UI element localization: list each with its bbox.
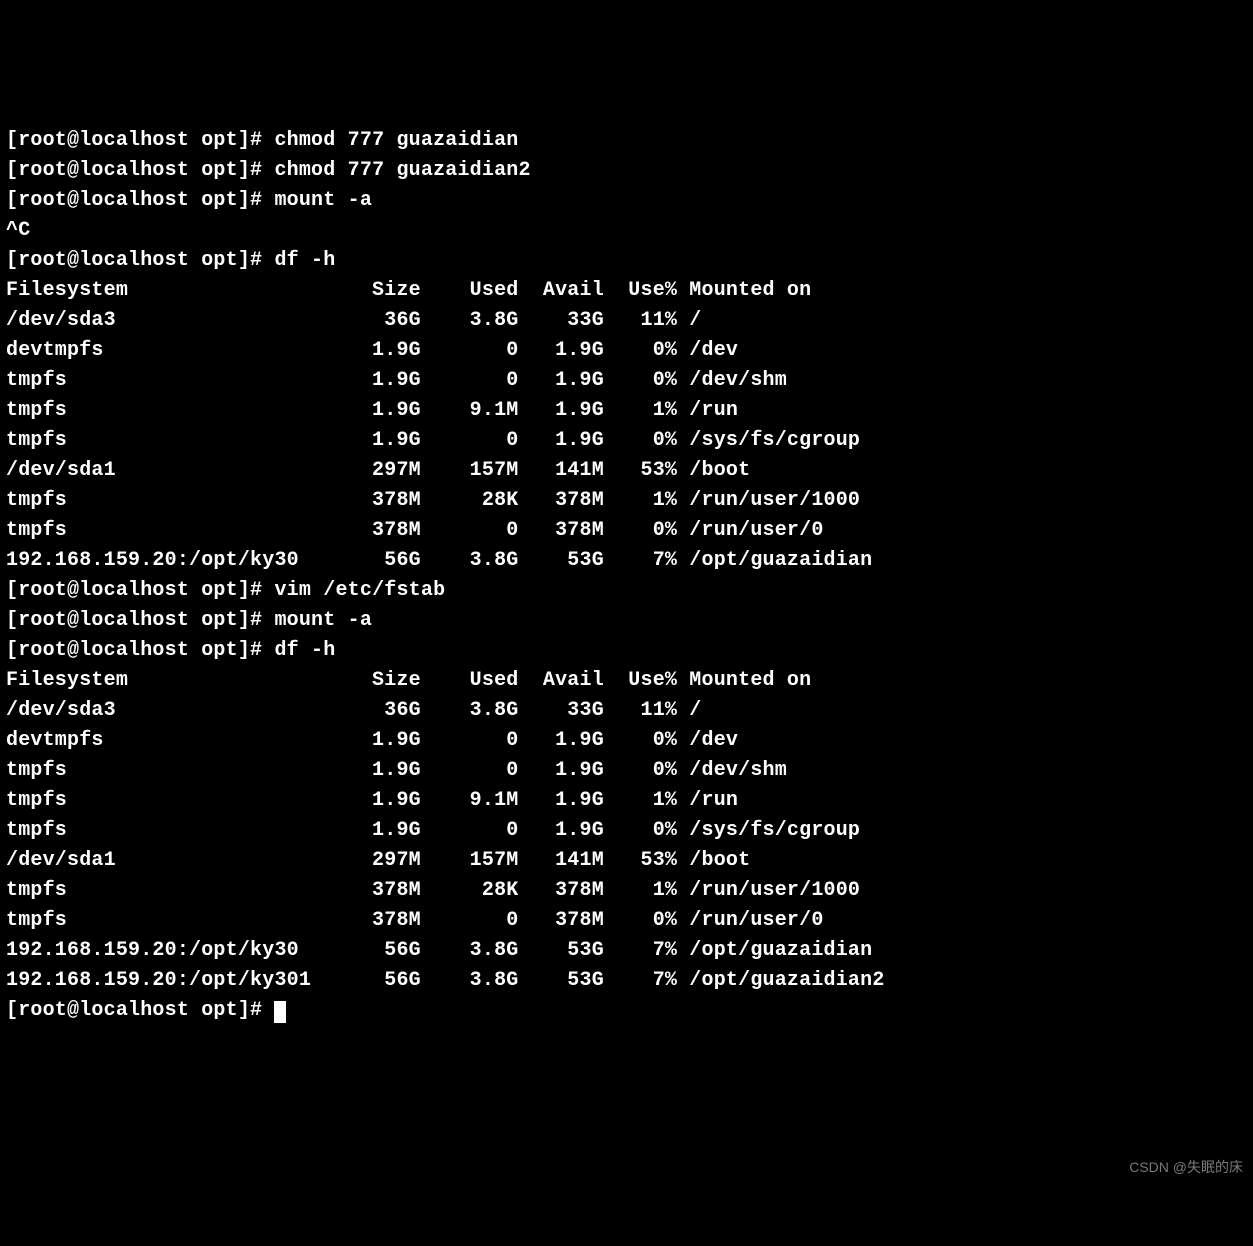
shell-prompt: [root@localhost opt]# [6, 609, 274, 632]
df-row: tmpfs 1.9G 0 1.9G 0% /dev/shm [6, 366, 1247, 396]
df-row: /dev/sda3 36G 3.8G 33G 11% / [6, 696, 1247, 726]
command-line: [root@localhost opt]# chmod 777 guazaidi… [6, 156, 1247, 186]
command-line: [root@localhost opt]# mount -a [6, 606, 1247, 636]
shell-prompt: [root@localhost opt]# [6, 129, 274, 152]
command-line: [root@localhost opt]# chmod 777 guazaidi… [6, 126, 1247, 156]
df-row: tmpfs 1.9G 0 1.9G 0% /dev/shm [6, 756, 1247, 786]
df-row: tmpfs 378M 0 378M 0% /run/user/0 [6, 516, 1247, 546]
shell-prompt: [root@localhost opt]# [6, 639, 274, 662]
shell-command: df -h [274, 249, 335, 272]
df-row: tmpfs 1.9G 0 1.9G 0% /sys/fs/cgroup [6, 816, 1247, 846]
df-row: /dev/sda1 297M 157M 141M 53% /boot [6, 846, 1247, 876]
shell-prompt: [root@localhost opt]# [6, 999, 274, 1022]
command-line: [root@localhost opt]# vim /etc/fstab [6, 576, 1247, 606]
shell-command: df -h [274, 639, 335, 662]
shell-prompt: [root@localhost opt]# [6, 249, 274, 272]
command-line: [root@localhost opt]# [6, 996, 1247, 1026]
command-line: [root@localhost opt]# mount -a [6, 186, 1247, 216]
df-header: Filesystem Size Used Avail Use% Mounted … [6, 276, 1247, 306]
command-line: [root@localhost opt]# df -h [6, 246, 1247, 276]
df-header: Filesystem Size Used Avail Use% Mounted … [6, 666, 1247, 696]
df-row: tmpfs 378M 28K 378M 1% /run/user/1000 [6, 876, 1247, 906]
terminal-output[interactable]: [root@localhost opt]# chmod 777 guazaidi… [6, 126, 1247, 1026]
shell-prompt: [root@localhost opt]# [6, 159, 274, 182]
df-row: tmpfs 1.9G 9.1M 1.9G 1% /run [6, 396, 1247, 426]
shell-command: mount -a [274, 189, 372, 212]
shell-command: chmod 777 guazaidian2 [274, 159, 530, 182]
df-row: tmpfs 378M 28K 378M 1% /run/user/1000 [6, 486, 1247, 516]
df-row: devtmpfs 1.9G 0 1.9G 0% /dev [6, 726, 1247, 756]
df-row: tmpfs 378M 0 378M 0% /run/user/0 [6, 906, 1247, 936]
shell-command: mount -a [274, 609, 372, 632]
watermark-text: CSDN @失眠的床 [1129, 1157, 1243, 1178]
shell-prompt: [root@localhost opt]# [6, 579, 274, 602]
df-row: 192.168.159.20:/opt/ky301 56G 3.8G 53G 7… [6, 966, 1247, 996]
command-line: [root@localhost opt]# df -h [6, 636, 1247, 666]
df-row: /dev/sda3 36G 3.8G 33G 11% / [6, 306, 1247, 336]
interrupt-line: ^C [6, 216, 1247, 246]
df-row: tmpfs 1.9G 9.1M 1.9G 1% /run [6, 786, 1247, 816]
df-row: 192.168.159.20:/opt/ky30 56G 3.8G 53G 7%… [6, 546, 1247, 576]
df-row: devtmpfs 1.9G 0 1.9G 0% /dev [6, 336, 1247, 366]
df-row: 192.168.159.20:/opt/ky30 56G 3.8G 53G 7%… [6, 936, 1247, 966]
df-row: tmpfs 1.9G 0 1.9G 0% /sys/fs/cgroup [6, 426, 1247, 456]
shell-command: chmod 777 guazaidian [274, 129, 518, 152]
shell-prompt: [root@localhost opt]# [6, 189, 274, 212]
cursor-icon [274, 1001, 286, 1023]
df-row: /dev/sda1 297M 157M 141M 53% /boot [6, 456, 1247, 486]
shell-command: vim /etc/fstab [274, 579, 445, 602]
